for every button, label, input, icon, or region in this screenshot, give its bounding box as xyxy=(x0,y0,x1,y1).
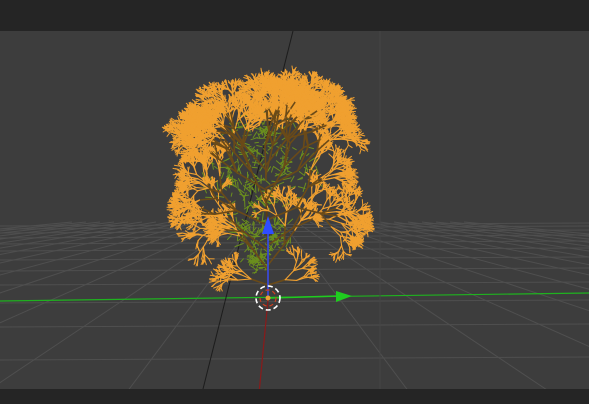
object-origin-icon xyxy=(265,295,271,301)
floor-grid xyxy=(0,221,589,389)
viewport-header-bar[interactable] xyxy=(0,0,589,31)
3d-viewport[interactable] xyxy=(0,31,589,389)
y-axis-arrow-icon[interactable] xyxy=(336,291,352,302)
blender-app xyxy=(0,0,589,404)
viewport-canvas[interactable] xyxy=(0,31,589,389)
viewport-footer-bar[interactable] xyxy=(0,389,589,404)
x-axis-line xyxy=(258,299,269,389)
